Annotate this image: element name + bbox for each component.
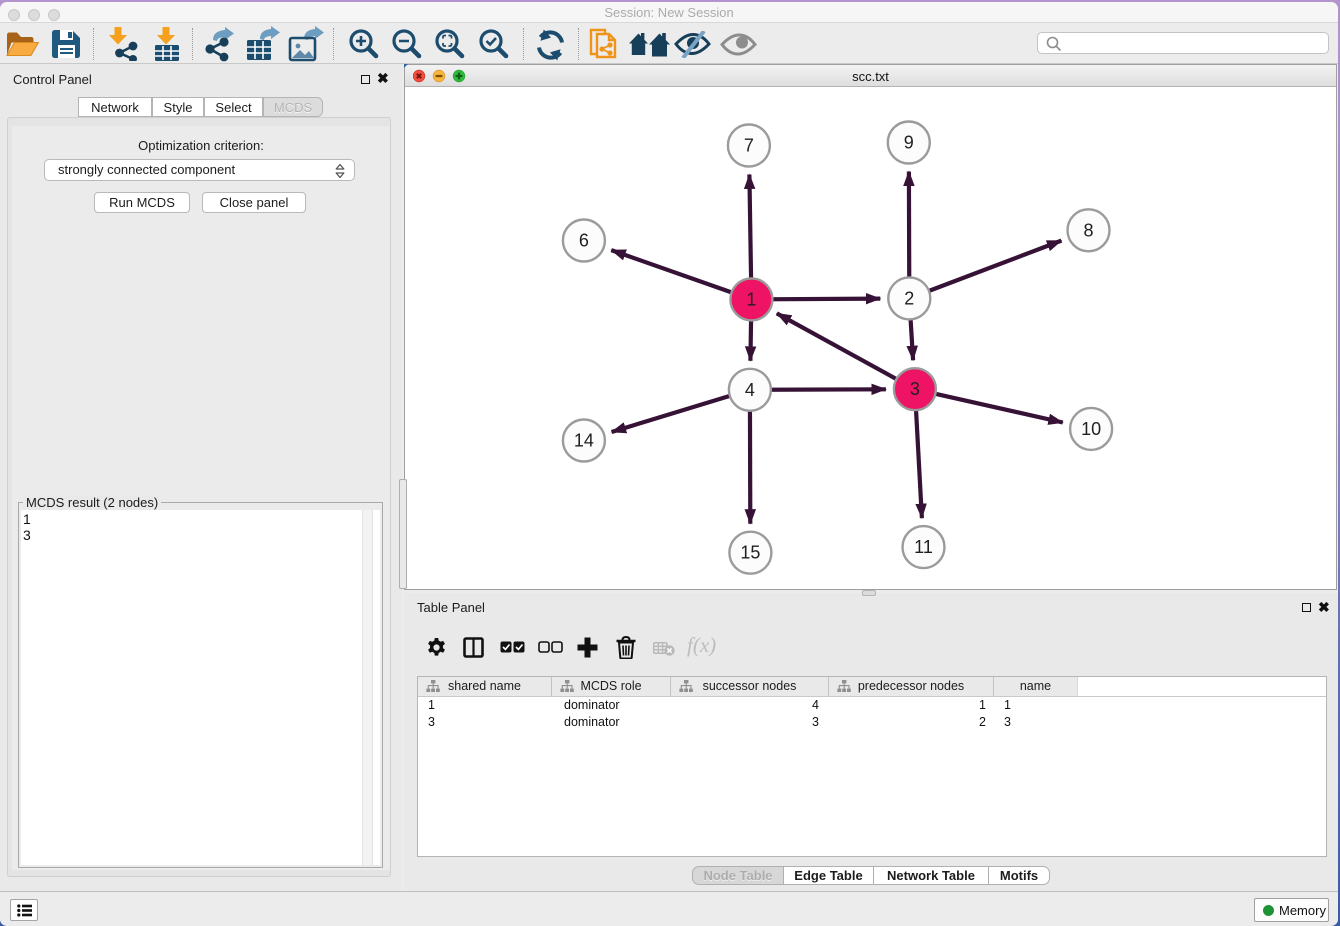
svg-text:8: 8	[1083, 220, 1093, 240]
svg-text:2: 2	[904, 288, 914, 308]
svg-text:4: 4	[745, 380, 755, 400]
svg-text:11: 11	[914, 537, 933, 557]
svg-text:7: 7	[744, 136, 754, 156]
svg-text:10: 10	[1081, 419, 1101, 439]
svg-text:9: 9	[904, 133, 914, 153]
svg-text:6: 6	[579, 231, 589, 251]
svg-text:14: 14	[574, 431, 594, 451]
svg-text:1: 1	[746, 289, 756, 309]
svg-text:15: 15	[740, 543, 760, 563]
svg-text:3: 3	[910, 379, 920, 399]
